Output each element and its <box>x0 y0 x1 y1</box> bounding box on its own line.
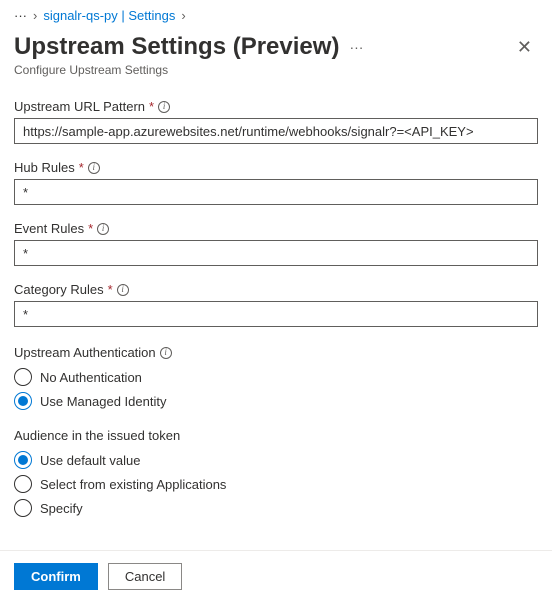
radio-icon <box>14 368 32 386</box>
required-indicator: * <box>88 221 93 236</box>
info-icon[interactable]: i <box>117 284 129 296</box>
breadcrumb-more[interactable]: ··· <box>14 8 27 23</box>
confirm-button[interactable]: Confirm <box>14 563 98 590</box>
chevron-right-icon: › <box>181 8 185 23</box>
close-icon[interactable]: ✕ <box>511 34 538 60</box>
radio-icon <box>14 499 32 517</box>
required-indicator: * <box>149 99 154 114</box>
audience-section-label: Audience in the issued token <box>14 428 180 443</box>
radio-selected-icon <box>14 451 32 469</box>
info-icon[interactable]: i <box>88 162 100 174</box>
url-pattern-label: Upstream URL Pattern <box>14 99 145 114</box>
info-icon[interactable]: i <box>160 347 172 359</box>
auth-radio-managed[interactable]: Use Managed Identity <box>14 392 538 410</box>
auth-option-managed-label: Use Managed Identity <box>40 394 166 409</box>
category-rules-input[interactable] <box>14 301 538 327</box>
audience-radio-specify[interactable]: Specify <box>14 499 538 517</box>
auth-section-label: Upstream Authentication <box>14 345 156 360</box>
url-pattern-input[interactable] <box>14 118 538 144</box>
event-rules-label: Event Rules <box>14 221 84 236</box>
hub-rules-input[interactable] <box>14 179 538 205</box>
required-indicator: * <box>79 160 84 175</box>
radio-selected-icon <box>14 392 32 410</box>
breadcrumb: ··· › signalr-qs-py | Settings › <box>14 8 538 23</box>
chevron-right-icon: › <box>33 8 37 23</box>
required-indicator: * <box>108 282 113 297</box>
auth-option-none-label: No Authentication <box>40 370 142 385</box>
audience-option-default-label: Use default value <box>40 453 140 468</box>
radio-icon <box>14 475 32 493</box>
event-rules-input[interactable] <box>14 240 538 266</box>
breadcrumb-link-settings[interactable]: signalr-qs-py | Settings <box>43 8 175 23</box>
page-title: Upstream Settings (Preview) <box>14 33 339 61</box>
audience-option-select-label: Select from existing Applications <box>40 477 226 492</box>
audience-radio-select[interactable]: Select from existing Applications <box>14 475 538 493</box>
page-subtitle: Configure Upstream Settings <box>14 63 538 77</box>
audience-radio-default[interactable]: Use default value <box>14 451 538 469</box>
footer: Confirm Cancel <box>0 550 552 602</box>
info-icon[interactable]: i <box>158 101 170 113</box>
context-menu-icon[interactable]: ··· <box>349 39 363 55</box>
audience-option-specify-label: Specify <box>40 501 83 516</box>
auth-radio-none[interactable]: No Authentication <box>14 368 538 386</box>
category-rules-label: Category Rules <box>14 282 104 297</box>
cancel-button[interactable]: Cancel <box>108 563 182 590</box>
hub-rules-label: Hub Rules <box>14 160 75 175</box>
info-icon[interactable]: i <box>97 223 109 235</box>
